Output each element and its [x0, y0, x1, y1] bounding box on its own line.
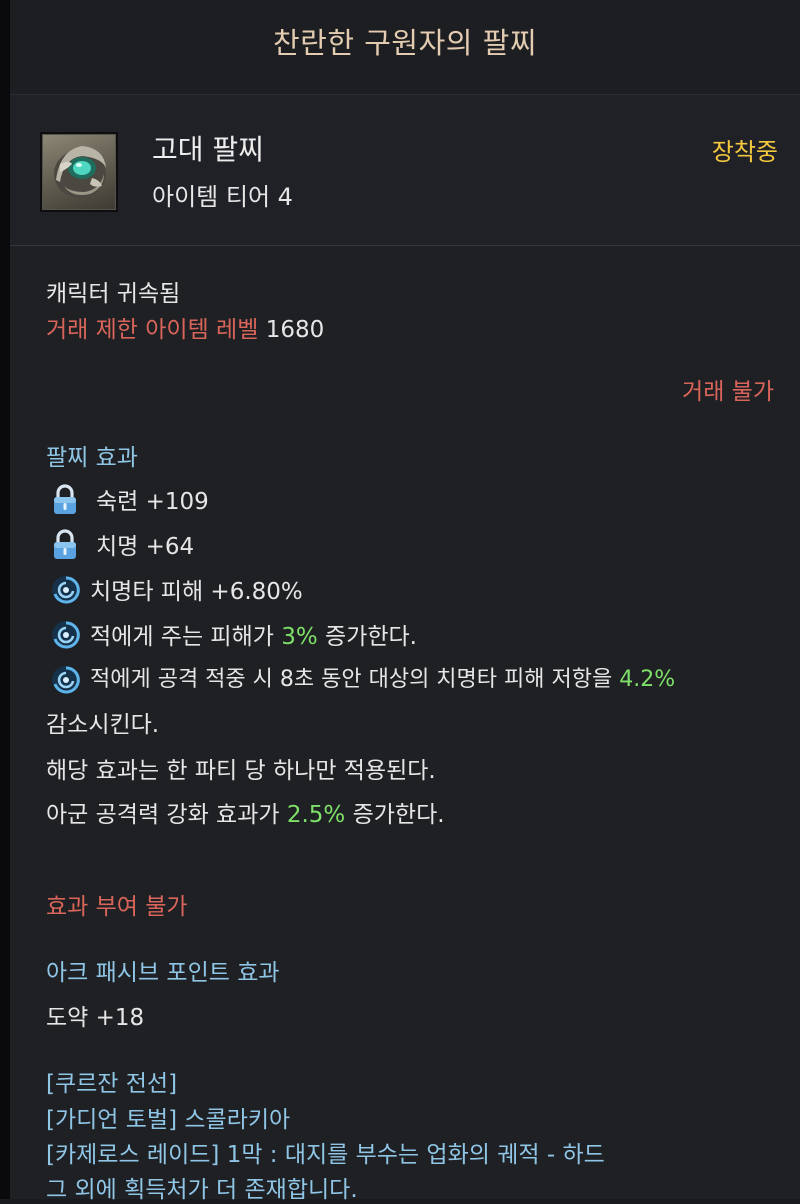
- effect-text: 증가한다.: [317, 624, 417, 650]
- lock-icon: [54, 529, 76, 559]
- special-effect: 적에게 공격 적중 시 8초 동안 대상의 치명타 피해 저항을 4.2%: [90, 661, 675, 693]
- trade-limit: 거래 제한 아이템 레벨 1680: [46, 310, 324, 344]
- effect-value: 2.5%: [286, 802, 346, 828]
- bracelet-icon: [40, 132, 118, 212]
- stat-line: 치명 +64: [96, 534, 195, 560]
- swirl-icon: [52, 576, 80, 604]
- item-header: [10, 95, 800, 246]
- lock-icon: [54, 484, 76, 514]
- left-edge: [0, 0, 10, 1199]
- item-tier: 아이템 티어 4: [152, 183, 293, 211]
- effect-text: 적에게 주는 피해가: [90, 624, 282, 650]
- item-title: 찬란한 구원자의 팔찌: [272, 26, 538, 60]
- trade-limit-label: 거래 제한 아이템 레벨: [46, 317, 259, 343]
- source-item: [쿠르잔 전선]: [46, 1071, 178, 1097]
- swirl-icon: [52, 621, 80, 649]
- effect-text: 증가한다.: [345, 802, 445, 828]
- special-effect: 치명타 피해 +6.80%: [90, 579, 303, 605]
- ark-passive-value: 도약 +18: [46, 1005, 145, 1031]
- effect-text: 아군 공격력 강화 효과가: [46, 802, 287, 828]
- effect-value: 3%: [281, 624, 318, 650]
- ally-effect: 아군 공격력 강화 효과가 2.5% 증가한다.: [46, 795, 445, 829]
- effect-continuation: 감소시킨다.: [46, 712, 160, 738]
- trade-limit-value: 1680: [265, 317, 325, 343]
- effect-value: 4.2%: [619, 667, 676, 692]
- source-item: [가디언 토벌] 스콜라키아: [46, 1107, 291, 1133]
- special-effect: 적에게 주는 피해가 3% 증가한다.: [90, 617, 417, 651]
- source-item: [카제로스 레이드] 1막 : 대지를 부수는 업화의 궤적 - 하드: [46, 1142, 605, 1168]
- ark-passive-heading: 아크 패시브 포인트 효과: [46, 960, 280, 986]
- effect-continuation: 해당 효과는 한 파티 당 하나만 적용된다.: [46, 758, 436, 784]
- trade-status: 거래 불가: [682, 379, 774, 405]
- item-type: 고대 팔찌: [152, 133, 264, 166]
- equipped-badge: 장착중: [711, 138, 778, 166]
- bound-status: 캐릭터 귀속됨: [46, 281, 181, 307]
- swirl-icon: [52, 666, 80, 694]
- effect-text: 적에게 공격 적중 시 8초 동안 대상의 치명타 피해 저항을: [90, 667, 620, 692]
- stat-line: 숙련 +109: [96, 489, 209, 515]
- no-grant-label: 효과 부여 불가: [46, 894, 188, 920]
- effects-heading: 팔찌 효과: [46, 445, 138, 471]
